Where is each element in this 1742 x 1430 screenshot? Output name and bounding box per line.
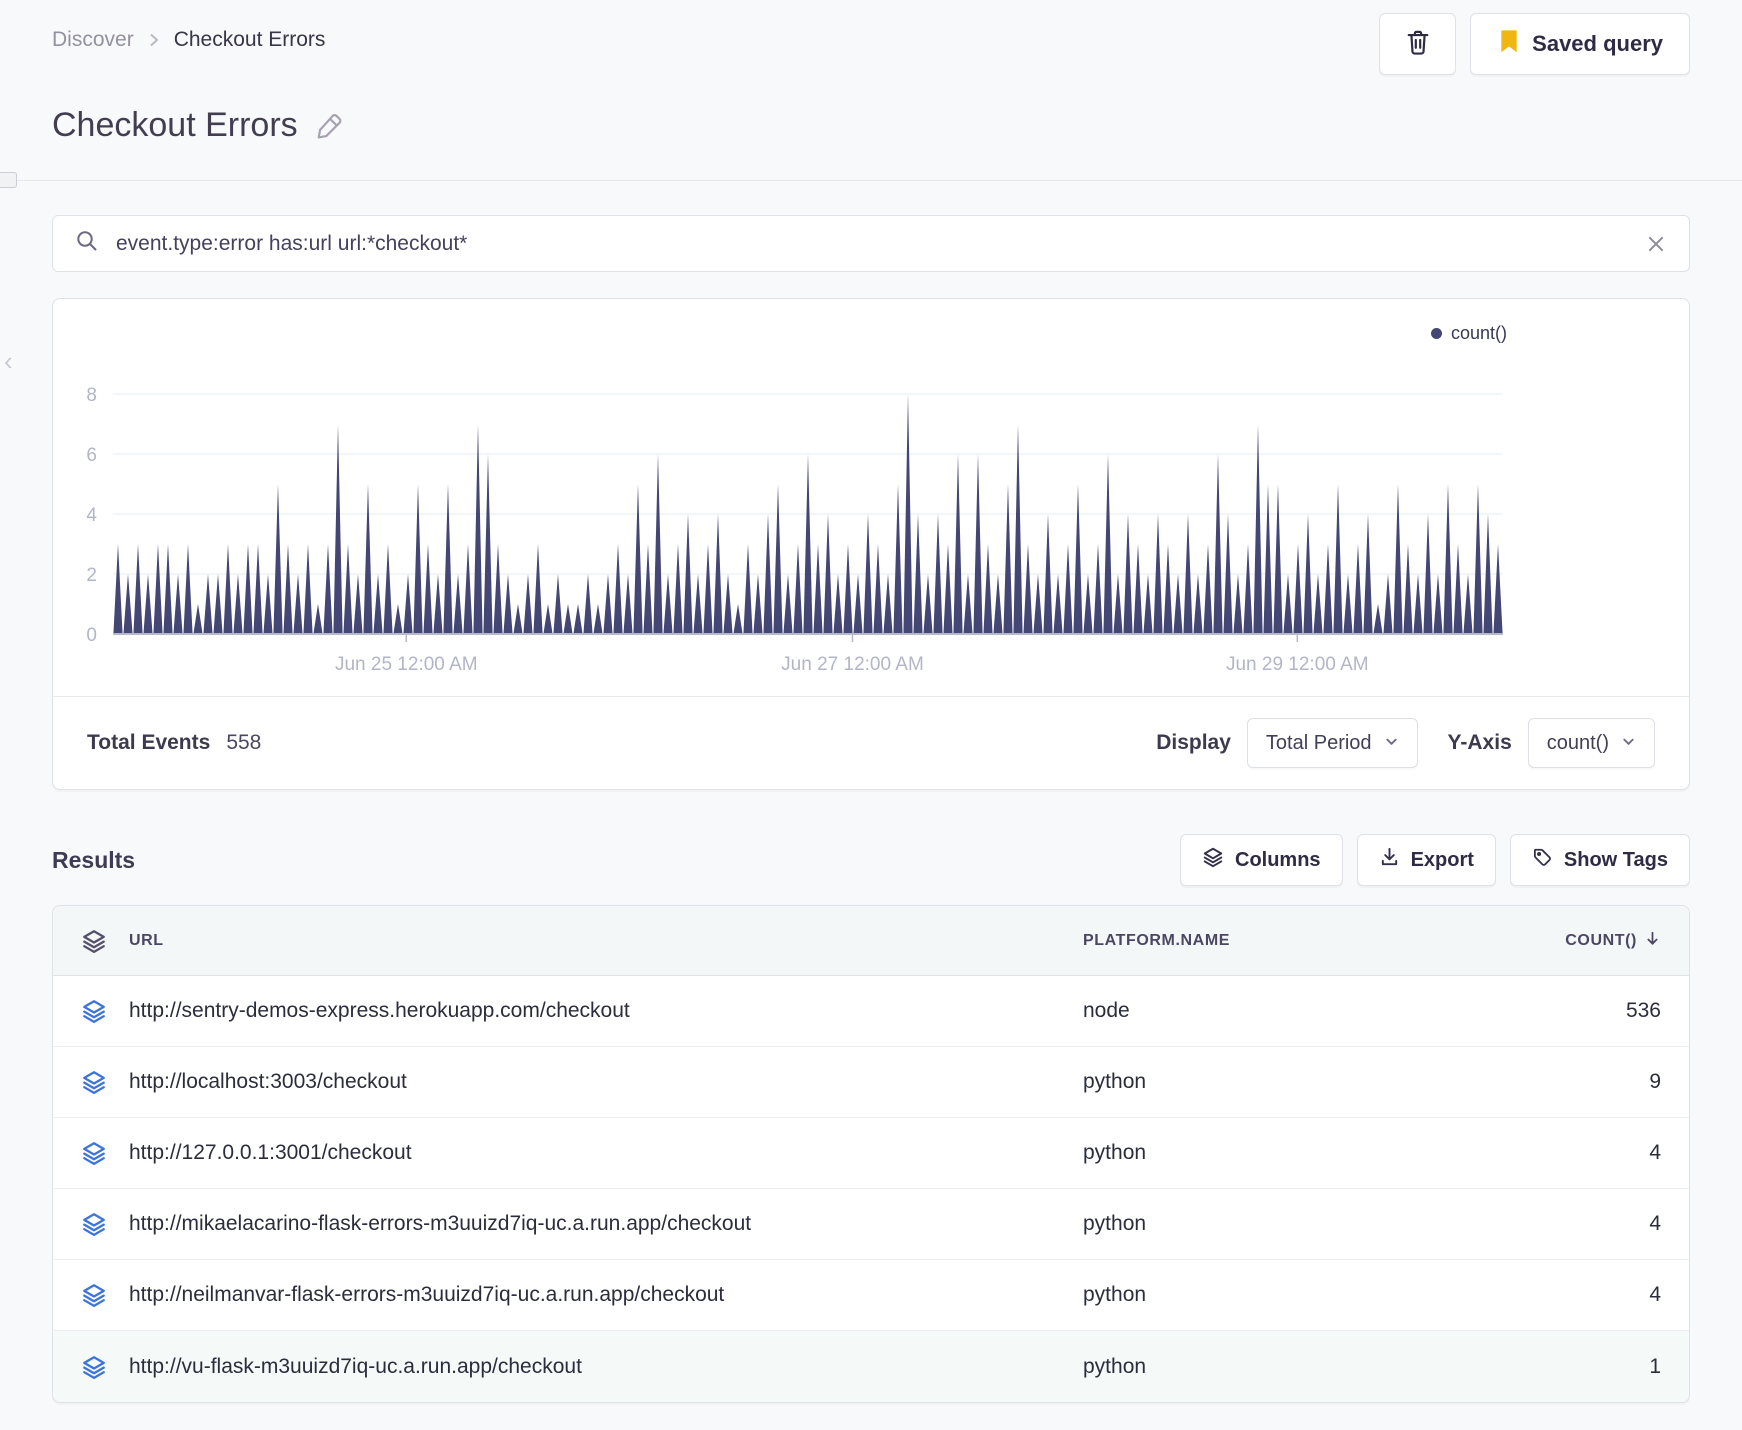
count-cell[interactable]: 536 (1473, 999, 1689, 1023)
url-cell[interactable]: http://neilmanvar-flask-errors-m3uuizd7i… (129, 1283, 1083, 1307)
trash-icon (1404, 27, 1432, 62)
svg-text:Jun 25 12:00 AM: Jun 25 12:00 AM (335, 654, 478, 675)
layers-icon[interactable] (53, 928, 129, 954)
url-cell[interactable]: http://vu-flask-m3uuizd7iq-uc.a.run.app/… (129, 1355, 1083, 1379)
column-header-count[interactable]: COUNT() (1473, 929, 1689, 953)
display-label: Display (1156, 731, 1231, 754)
show-tags-button[interactable]: Show Tags (1509, 834, 1690, 886)
page-title: Checkout Errors (52, 106, 298, 144)
svg-text:Jun 27 12:00 AM: Jun 27 12:00 AM (781, 654, 924, 675)
clear-search-icon[interactable] (1645, 233, 1667, 255)
layers-icon (1202, 846, 1224, 874)
count-cell[interactable]: 4 (1473, 1141, 1689, 1165)
header-actions: Saved query (1379, 13, 1690, 75)
table-row[interactable]: http://localhost:3003/checkout python 9 (53, 1047, 1689, 1118)
column-header-count-label: COUNT() (1565, 931, 1637, 949)
results-table: URL PLATFORM.NAME COUNT() http://sentry-… (52, 905, 1690, 1403)
sort-descending-icon (1644, 929, 1661, 953)
sidebar-resize-handle[interactable] (0, 172, 17, 188)
count-cell[interactable]: 4 (1473, 1283, 1689, 1307)
platform-cell[interactable]: python (1083, 1070, 1473, 1094)
breadcrumb-discover-link[interactable]: Discover (52, 28, 134, 52)
layers-icon (53, 1069, 129, 1095)
platform-cell[interactable]: python (1083, 1212, 1473, 1236)
chevron-down-icon (1621, 732, 1636, 755)
edit-pencil-icon[interactable] (314, 110, 344, 142)
breadcrumb-current: Checkout Errors (173, 28, 326, 51)
chart-controls: Display Total Period Y-Axis count() (1142, 718, 1655, 768)
download-icon (1379, 846, 1400, 874)
total-events-label: Total Events (87, 731, 211, 754)
legend-series-dot (1430, 328, 1442, 339)
svg-text:Jun 29 12:00 AM: Jun 29 12:00 AM (1226, 654, 1369, 675)
title-row: Checkout Errors (52, 106, 344, 145)
search-bar (52, 215, 1690, 272)
columns-button[interactable]: Columns (1180, 834, 1343, 886)
layers-icon (53, 1140, 129, 1166)
svg-text:8: 8 (86, 385, 97, 406)
show-tags-button-label: Show Tags (1563, 848, 1668, 871)
events-chart-panel: count() 0 2 4 6 8 Jun 25 12:00 AM Jun 27 12:00… (52, 298, 1690, 790)
url-cell[interactable]: http://localhost:3003/checkout (129, 1070, 1083, 1094)
table-header-row: URL PLATFORM.NAME COUNT() (53, 906, 1689, 976)
platform-cell[interactable]: python (1083, 1355, 1473, 1379)
count-cell[interactable]: 1 (1473, 1355, 1689, 1379)
saved-query-label: Saved query (1532, 31, 1663, 56)
tag-icon (1532, 846, 1553, 874)
total-events-value: 558 (226, 731, 262, 754)
export-button-label: Export (1410, 848, 1474, 871)
results-header: Results Columns Export Show Tags (52, 834, 1690, 886)
layers-icon (53, 1282, 129, 1308)
table-row[interactable]: http://127.0.0.1:3001/checkout python 4 (53, 1118, 1689, 1189)
count-cell[interactable]: 9 (1473, 1070, 1689, 1094)
search-icon (75, 229, 99, 258)
column-header-platform[interactable]: PLATFORM.NAME (1083, 932, 1473, 950)
display-dropdown-value: Total Period (1265, 731, 1372, 754)
results-table-body: http://sentry-demos-express.herokuapp.co… (53, 976, 1689, 1402)
platform-cell[interactable]: node (1083, 999, 1473, 1023)
results-title: Results (52, 846, 136, 873)
svg-text:0: 0 (86, 625, 97, 646)
display-dropdown[interactable]: Total Period (1246, 718, 1418, 768)
sidebar-collapse-icon[interactable]: ‹ (4, 346, 13, 377)
export-button[interactable]: Export (1356, 834, 1496, 886)
events-chart-svg: 0 2 4 6 8 Jun 25 12:00 AM Jun 27 12:00 AM Jun 2… (86, 385, 1503, 675)
chart-footer: Total Events 558 Display Total Period Y-… (53, 696, 1689, 789)
chart-legend[interactable]: count() (1430, 323, 1507, 344)
total-events: Total Events 558 (87, 731, 261, 755)
table-row[interactable]: http://mikaelacarino-flask-errors-m3uuiz… (53, 1189, 1689, 1260)
saved-query-button[interactable]: Saved query (1470, 13, 1690, 75)
table-row[interactable]: http://vu-flask-m3uuizd7iq-uc.a.run.app/… (53, 1331, 1689, 1402)
platform-cell[interactable]: python (1083, 1283, 1473, 1307)
table-row[interactable]: http://sentry-demos-express.herokuapp.co… (53, 976, 1689, 1047)
delete-query-button[interactable] (1379, 13, 1457, 75)
layers-icon (53, 1354, 129, 1380)
chevron-down-icon (1384, 732, 1399, 755)
count-cell[interactable]: 4 (1473, 1212, 1689, 1236)
yaxis-dropdown-value: count() (1546, 731, 1609, 754)
breadcrumb: Discover Checkout Errors (52, 28, 325, 52)
svg-text:6: 6 (86, 445, 97, 466)
search-input[interactable] (116, 231, 1628, 256)
url-cell[interactable]: http://127.0.0.1:3001/checkout (129, 1141, 1083, 1165)
results-actions: Columns Export Show Tags (1180, 834, 1690, 886)
events-chart[interactable]: 0 2 4 6 8 Jun 25 12:00 AM Jun 27 12:00 AM Jun 2… (53, 349, 1503, 689)
legend-series-label: count() (1450, 323, 1507, 343)
yaxis-dropdown[interactable]: count() (1527, 718, 1655, 768)
bookmark-icon (1497, 28, 1521, 60)
section-divider (0, 180, 1742, 181)
url-cell[interactable]: http://sentry-demos-express.herokuapp.co… (129, 999, 1083, 1023)
columns-button-label: Columns (1235, 848, 1321, 871)
svg-text:4: 4 (86, 505, 97, 526)
layers-icon (53, 1211, 129, 1237)
yaxis-label: Y-Axis (1447, 731, 1512, 754)
layers-icon (53, 998, 129, 1024)
platform-cell[interactable]: python (1083, 1141, 1473, 1165)
url-cell[interactable]: http://mikaelacarino-flask-errors-m3uuiz… (129, 1212, 1083, 1236)
column-header-url[interactable]: URL (129, 932, 1083, 950)
chevron-right-icon (146, 31, 162, 49)
table-row[interactable]: http://neilmanvar-flask-errors-m3uuizd7i… (53, 1260, 1689, 1331)
svg-text:2: 2 (86, 565, 97, 586)
